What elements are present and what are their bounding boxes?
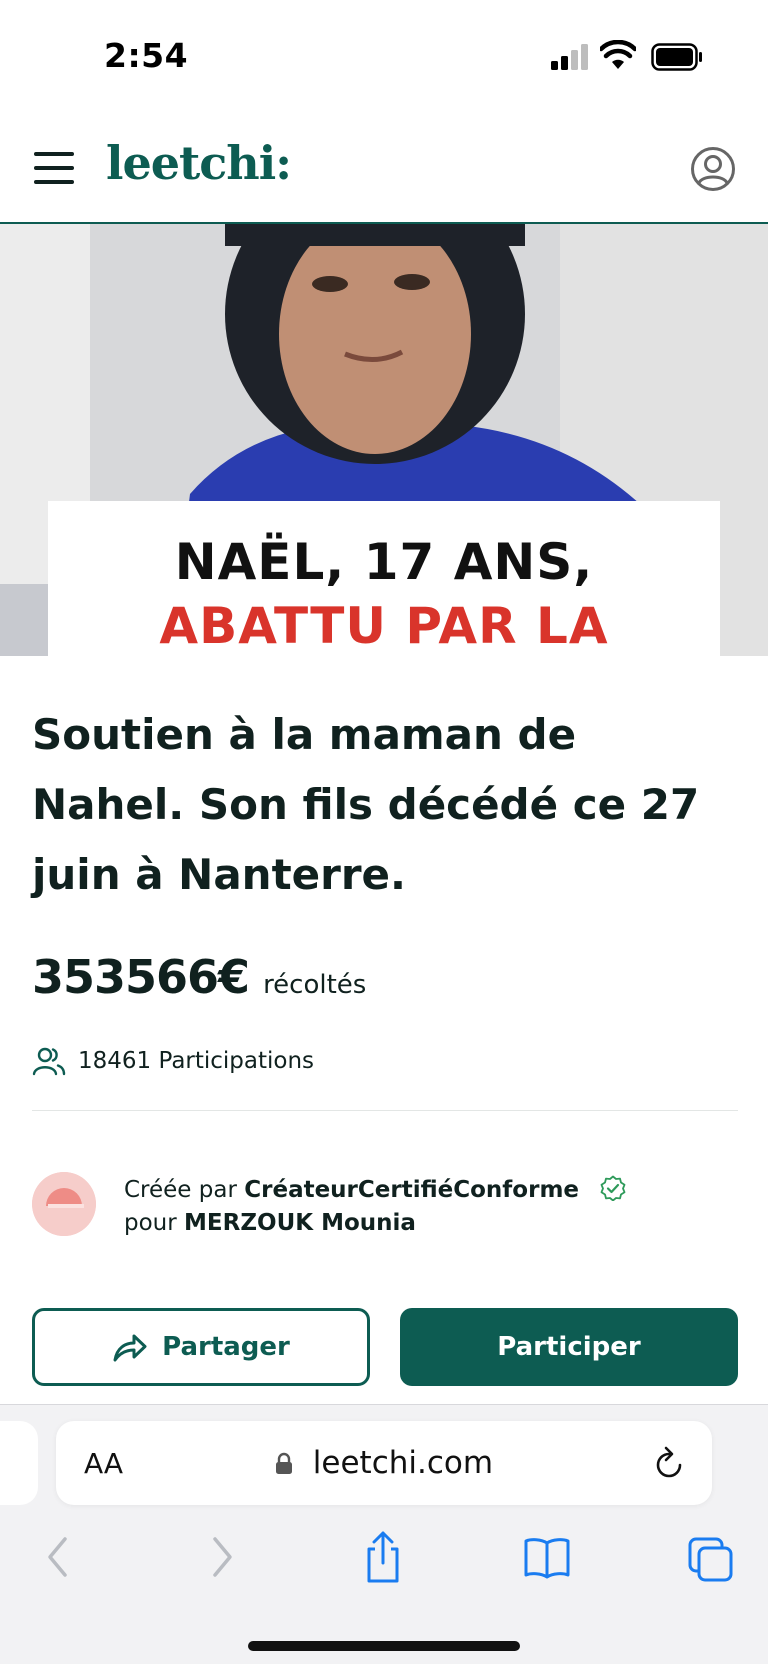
forward-icon[interactable] (198, 1529, 248, 1585)
campaign-image: NAËL, 17 ANS, ABATTU PAR LA (0, 224, 768, 656)
back-icon[interactable] (32, 1529, 82, 1585)
browser-navigation (0, 1529, 768, 1589)
previous-tab-preview[interactable] (0, 1421, 38, 1505)
image-caption-card: NAËL, 17 ANS, ABATTU PAR LA (48, 501, 720, 656)
verified-check-icon (600, 1175, 626, 1201)
address-bar[interactable]: AA leetchi.com (56, 1421, 712, 1505)
url-text: leetchi.com (312, 1445, 494, 1481)
tabs-icon[interactable] (686, 1529, 736, 1585)
hamburger-menu-icon[interactable] (34, 152, 74, 184)
created-by-line: Créée par CréateurCertifiéConforme (124, 1174, 626, 1207)
battery-icon (651, 43, 702, 71)
participate-button[interactable]: Participer (400, 1308, 738, 1386)
status-bar: 2:54 (0, 0, 768, 112)
creator-name[interactable]: CréateurCertifiéConforme (244, 1177, 579, 1203)
site-header: leetchi: (0, 112, 768, 224)
amount-value: 353566€ (32, 950, 250, 1004)
creator-avatar (32, 1172, 96, 1236)
amount-label: récoltés (263, 970, 367, 1000)
share-button-label: Partager (162, 1332, 290, 1362)
share-icon[interactable] (358, 1529, 408, 1585)
users-icon (32, 1047, 66, 1076)
image-caption-line-1: NAËL, 17 ANS, (174, 533, 594, 591)
safari-toolbar: AA leetchi.com (0, 1404, 768, 1664)
bookmarks-icon[interactable] (522, 1529, 572, 1585)
lock-icon (275, 1452, 292, 1474)
cellular-signal-icon (551, 44, 588, 70)
account-icon[interactable] (690, 146, 736, 192)
created-for-line: pour MERZOUK Mounia (124, 1207, 626, 1240)
amount-collected: 353566€ récoltés (32, 950, 366, 1004)
beneficiary-name: MERZOUK Mounia (184, 1210, 416, 1236)
reload-icon[interactable] (652, 1445, 686, 1481)
participate-button-label: Participer (497, 1332, 641, 1362)
wifi-icon (600, 40, 636, 69)
image-caption-line-2: ABATTU PAR LA (159, 597, 609, 655)
created-by-prefix: Créée par (124, 1177, 237, 1203)
home-indicator[interactable] (248, 1641, 520, 1651)
created-for-prefix: pour (124, 1210, 177, 1236)
share-button[interactable]: Partager (32, 1308, 370, 1386)
leetchi-logo[interactable]: leetchi: (106, 136, 292, 190)
participations-label: 18461 Participations (78, 1048, 315, 1074)
divider (32, 1110, 738, 1111)
creator-info: Créée par CréateurCertifiéConforme pour … (32, 1172, 742, 1238)
share-arrow-icon (113, 1334, 147, 1362)
clock: 2:54 (104, 36, 189, 75)
participations-count: 18461 Participations (32, 1044, 314, 1078)
campaign-title: Soutien à la maman de Nahel. Son fils dé… (32, 710, 700, 899)
